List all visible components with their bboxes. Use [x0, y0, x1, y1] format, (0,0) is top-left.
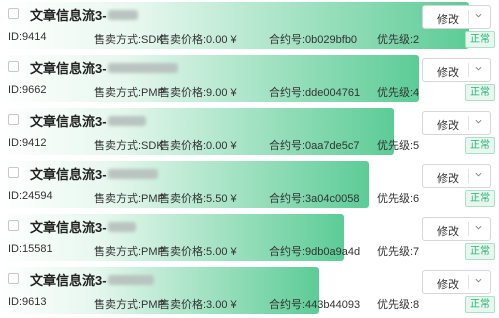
edit-dropdown-button[interactable]: 修改 [422, 111, 491, 135]
chevron-down-icon[interactable] [475, 65, 482, 72]
list-item: 文章信息流3- ID:9412 售卖方式:SDK 售卖价格:0.00 ¥ 合约号… [0, 106, 499, 159]
row-checkbox[interactable] [8, 167, 19, 178]
row-id: ID:9412 [8, 137, 47, 149]
button-divider [468, 116, 469, 130]
chevron-down-icon[interactable] [475, 118, 482, 125]
sale-price: 售卖价格:9.00 ¥ [159, 87, 237, 99]
status-badge: 正常 [465, 190, 495, 207]
priority: 优先级:7 [377, 246, 420, 258]
edit-button-label: 修改 [437, 14, 459, 26]
edit-button-label: 修改 [437, 67, 459, 79]
edit-button-label: 修改 [437, 279, 459, 291]
status-badge: 正常 [465, 296, 495, 313]
row-title: 文章信息流3- [30, 111, 146, 130]
redacted-text [107, 168, 158, 179]
edit-dropdown-button[interactable]: 修改 [422, 270, 491, 294]
sale-price: 售卖价格:0.00 ¥ [159, 140, 237, 152]
sale-price: 售卖价格:5.50 ¥ [159, 193, 237, 205]
redacted-text [107, 115, 146, 126]
row-title: 文章信息流3- [30, 5, 138, 24]
edit-dropdown-button[interactable]: 修改 [422, 5, 491, 29]
chevron-down-icon[interactable] [475, 12, 482, 19]
priority: 优先级:6 [377, 193, 420, 205]
redacted-text [107, 9, 138, 20]
priority: 优先级:5 [377, 140, 420, 152]
list-item: 文章信息流3- ID:9613 售卖方式:PMP 售卖价格:3.00 ¥ 合约号… [0, 265, 499, 318]
edit-dropdown-button[interactable]: 修改 [422, 58, 491, 82]
chevron-down-icon[interactable] [475, 224, 482, 231]
list-item: 文章信息流3- ID:9662 售卖方式:PMP 售卖价格:9.00 ¥ 合约号… [0, 53, 499, 106]
sale-mode: 售卖方式:SDK [94, 34, 164, 46]
list-item: 文章信息流3- ID:24594 售卖方式:PMP 售卖价格:5.50 ¥ 合约… [0, 159, 499, 212]
row-id: ID:9414 [8, 31, 47, 43]
contract-number: 合约号:0aa7de5c7 [269, 140, 360, 152]
chevron-down-icon[interactable] [475, 171, 482, 178]
ad-slot-list: 文章信息流3- ID:9414 售卖方式:SDK 售卖价格:0.00 ¥ 合约号… [0, 0, 499, 318]
status-badge: 正常 [465, 84, 495, 101]
button-divider [468, 222, 469, 236]
redacted-text [107, 274, 154, 285]
row-title: 文章信息流3- [30, 270, 154, 289]
status-badge: 正常 [465, 31, 495, 48]
row-checkbox[interactable] [8, 114, 19, 125]
row-id: ID:9613 [8, 296, 47, 308]
status-badge: 正常 [465, 137, 495, 154]
chevron-down-icon[interactable] [475, 277, 482, 284]
edit-button-label: 修改 [437, 173, 459, 185]
button-divider [468, 10, 469, 24]
contract-number: 合约号:9db0a9a4d [269, 246, 361, 258]
row-checkbox[interactable] [8, 61, 19, 72]
contract-number: 合约号:0b029bfb0 [269, 34, 358, 46]
list-item: 文章信息流3- ID:15581 售卖方式:PMP 售卖价格:5.00 ¥ 合约… [0, 212, 499, 265]
row-title: 文章信息流3- [30, 164, 158, 183]
priority: 优先级:4 [377, 87, 420, 99]
redacted-text [107, 62, 178, 73]
sale-mode: 售卖方式:PMP [94, 87, 165, 99]
edit-dropdown-button[interactable]: 修改 [422, 164, 491, 188]
sale-price: 售卖价格:5.00 ¥ [159, 246, 237, 258]
row-title: 文章信息流3- [30, 217, 136, 236]
edit-button-label: 修改 [437, 226, 459, 238]
sale-mode: 售卖方式:PMP [94, 299, 165, 311]
row-id: ID:9662 [8, 84, 47, 96]
redacted-text [107, 221, 136, 232]
row-checkbox[interactable] [8, 273, 19, 284]
contract-number: 合约号:443b44093 [269, 299, 361, 311]
row-checkbox[interactable] [8, 8, 19, 19]
list-item: 文章信息流3- ID:9414 售卖方式:SDK 售卖价格:0.00 ¥ 合约号… [0, 0, 499, 53]
row-checkbox[interactable] [8, 220, 19, 231]
edit-button-label: 修改 [437, 120, 459, 132]
edit-dropdown-button[interactable]: 修改 [422, 217, 491, 241]
row-id: ID:24594 [8, 190, 53, 202]
priority: 优先级:8 [377, 299, 420, 311]
button-divider [468, 169, 469, 183]
sale-price: 售卖价格:3.00 ¥ [159, 299, 237, 311]
sale-price: 售卖价格:0.00 ¥ [159, 34, 237, 46]
status-badge: 正常 [465, 243, 495, 260]
sale-mode: 售卖方式:PMP [94, 193, 165, 205]
sale-mode: 售卖方式:PMP [94, 246, 165, 258]
contract-number: 合约号:3a04c0058 [269, 193, 360, 205]
button-divider [468, 275, 469, 289]
row-title: 文章信息流3- [30, 58, 178, 77]
button-divider [468, 63, 469, 77]
priority: 优先级:2 [377, 34, 420, 46]
contract-number: 合约号:dde004761 [269, 87, 361, 99]
sale-mode: 售卖方式:SDK [94, 140, 164, 152]
row-id: ID:15581 [8, 243, 53, 255]
